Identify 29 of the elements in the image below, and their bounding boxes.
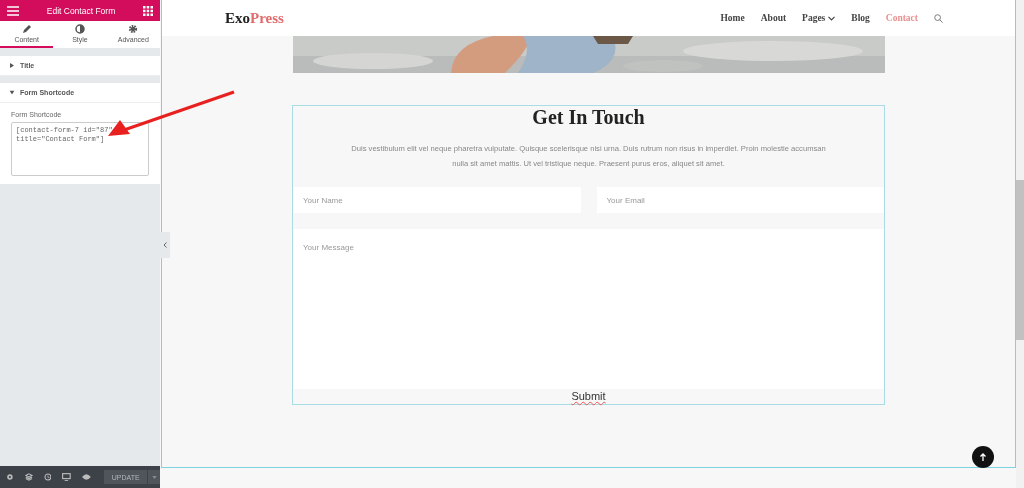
menu-icon[interactable]	[7, 5, 19, 16]
section-heading: Get In Touch	[532, 106, 645, 129]
grid-icon[interactable]	[143, 5, 153, 16]
site-logo[interactable]: ExoPress	[225, 9, 284, 27]
panel-title: Edit Contact Form	[46, 5, 116, 16]
nav-link[interactable]: About	[760, 13, 787, 23]
gear-icon	[128, 24, 139, 34]
search-icon[interactable]	[934, 13, 943, 23]
caret-icon	[151, 475, 157, 479]
pencil-icon	[21, 24, 32, 34]
nav-link[interactable]: Home	[720, 13, 745, 23]
eye-icon[interactable]	[82, 474, 92, 480]
email-field[interactable]: Your Email	[596, 187, 884, 213]
chevron-icon	[163, 242, 167, 248]
submit-button[interactable]: Submit	[565, 389, 612, 403]
layers-icon[interactable]	[24, 473, 33, 481]
history-icon[interactable]	[43, 473, 52, 481]
message-field[interactable]: Your Message	[293, 229, 884, 389]
nav-link[interactable]: Pages	[802, 13, 836, 23]
arrow-up-icon	[980, 453, 986, 461]
caret-icon	[9, 90, 15, 95]
name-field[interactable]: Your Name	[293, 187, 581, 213]
collapse-handle[interactable]	[160, 232, 170, 258]
caret-icon	[10, 63, 14, 68]
contrast-icon	[75, 24, 85, 34]
monitor-icon[interactable]	[62, 473, 72, 481]
settings-icon[interactable]	[6, 473, 14, 481]
nav-link[interactable]: Blog	[851, 13, 870, 23]
scrollbar-thumb[interactable]	[1016, 180, 1024, 340]
